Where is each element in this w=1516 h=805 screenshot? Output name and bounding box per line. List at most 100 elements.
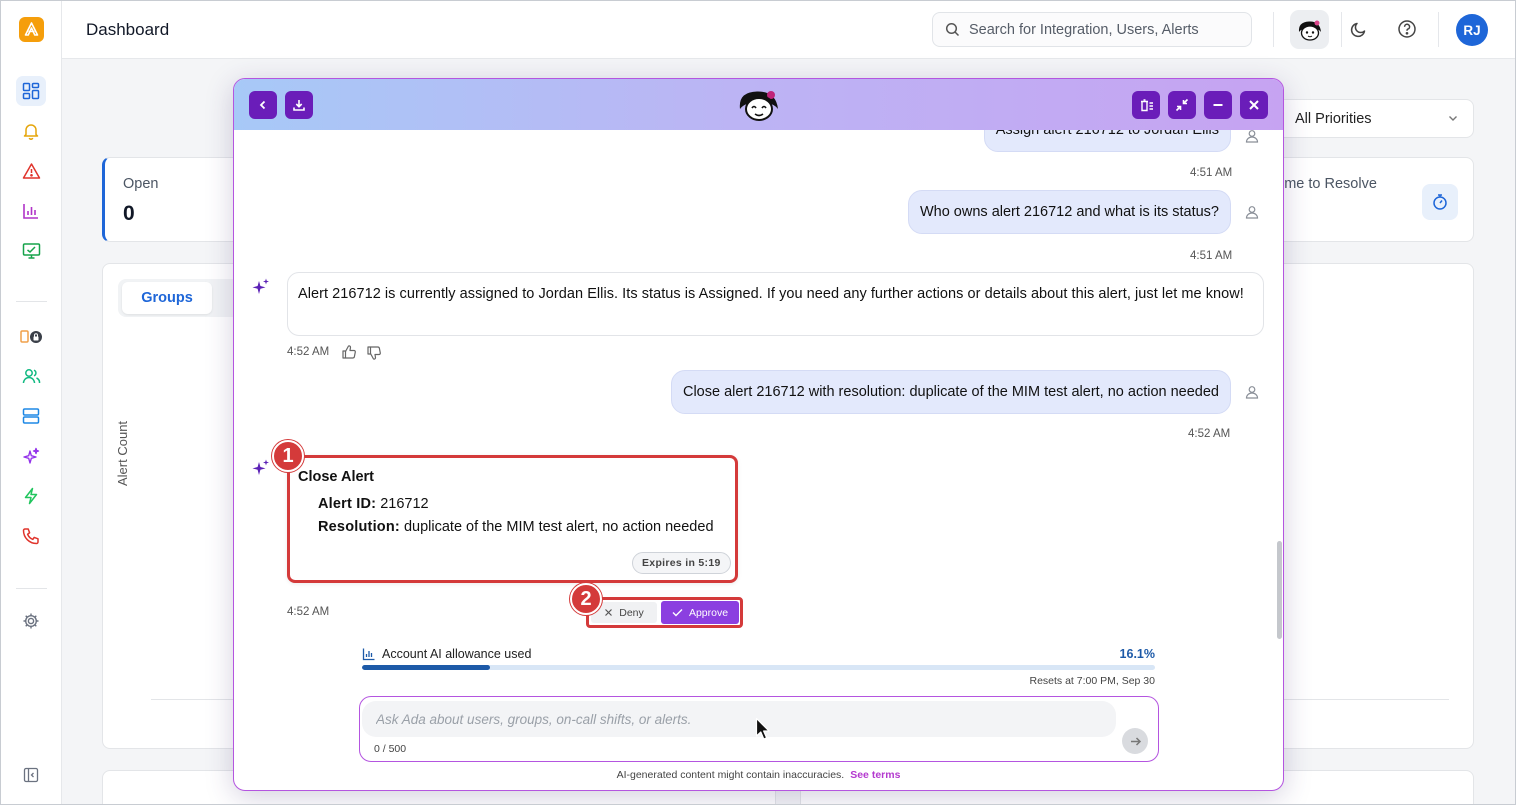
action-buttons-highlight: Deny Approve (586, 597, 743, 628)
thumbs-up-icon[interactable] (341, 344, 357, 360)
moon-icon[interactable] (1347, 17, 1371, 41)
thumbs-down-icon[interactable] (366, 345, 382, 361)
approve-button[interactable]: Approve (661, 601, 739, 624)
y-axis-label: Alert Count (115, 420, 130, 486)
topbar-divider (1341, 12, 1342, 47)
sidebar-divider (16, 301, 47, 302)
phone-icon[interactable] (16, 521, 46, 551)
monitor-icon[interactable] (16, 236, 46, 266)
alert-id-value: 216712 (380, 496, 429, 512)
ada-logo-icon (1298, 20, 1321, 41)
chat-header (234, 79, 1283, 130)
alert-id-label: Alert ID: (318, 496, 377, 512)
mouse-cursor-icon (755, 717, 770, 740)
user-avatar[interactable]: RJ (1456, 14, 1488, 46)
message-time: 4:52 AM (1188, 428, 1231, 440)
sidebar-divider (16, 588, 47, 589)
alert-id-row: Alert ID: 216712 (318, 496, 429, 512)
message-time: 4:52 AM (287, 346, 330, 358)
clear-icon (1140, 98, 1153, 111)
deny-button[interactable]: Deny (591, 602, 657, 623)
app-logo-icon[interactable] (19, 17, 44, 42)
close-button[interactable] (1240, 91, 1268, 119)
top-bar: Dashboard Search for Integration, Users,… (62, 0, 1516, 59)
search-icon (945, 22, 960, 37)
user-icon (1245, 206, 1259, 219)
allowance-percent: 16.1% (1119, 647, 1155, 661)
allowance-label-row: Account AI allowance used (362, 647, 531, 661)
allowance-reset-time: Resets at 7:00 PM, Sep 30 (1029, 675, 1156, 687)
topbar-divider (1438, 12, 1439, 47)
sidebar (0, 0, 62, 805)
topbar-divider (1273, 12, 1274, 47)
send-button[interactable] (1122, 728, 1148, 754)
allowance-label: Account AI allowance used (382, 647, 532, 661)
message-time: 4:51 AM (1190, 250, 1233, 262)
bar-chart-icon[interactable] (16, 196, 46, 226)
check-icon (672, 609, 683, 617)
shrink-button[interactable] (1168, 91, 1196, 119)
allowance-progress-track (362, 665, 1155, 670)
sparkle-icon[interactable] (16, 441, 46, 471)
users-icon[interactable] (16, 361, 46, 391)
help-icon[interactable] (1395, 17, 1419, 41)
ada-assistant-button[interactable] (1290, 10, 1329, 49)
dashboard-icon[interactable] (16, 76, 46, 106)
global-search[interactable]: Search for Integration, Users, Alerts (932, 12, 1252, 47)
warning-icon[interactable] (16, 156, 46, 186)
priority-filter-select[interactable]: All Priorities (1276, 99, 1474, 138)
see-terms-link[interactable]: See terms (850, 769, 900, 781)
minimize-button[interactable] (1204, 91, 1232, 119)
gear-icon[interactable] (16, 606, 46, 636)
integrations-icon[interactable] (16, 321, 46, 351)
open-count: 0 (123, 202, 135, 225)
user-message: Who owns alert 216712 and what is its st… (907, 190, 1231, 234)
timer-icon (1422, 184, 1458, 220)
callout-badge: 1 (272, 440, 304, 472)
callout-badge: 2 (570, 583, 602, 615)
bell-icon[interactable] (16, 116, 46, 146)
scrollbar[interactable] (1277, 541, 1282, 639)
user-icon (1245, 386, 1259, 399)
download-icon (293, 100, 305, 111)
close-icon (605, 609, 613, 616)
back-button[interactable] (249, 91, 277, 119)
open-label: Open (123, 176, 159, 192)
tab-groups[interactable]: Groups (122, 282, 212, 314)
user-icon (1245, 130, 1259, 143)
sparkle-icon (252, 278, 269, 294)
chat-input[interactable] (362, 701, 1116, 737)
close-icon (1249, 100, 1259, 110)
user-message: Assign alert 216712 to Jordan Ellis (983, 130, 1231, 152)
send-icon (1130, 736, 1141, 746)
message-list[interactable]: Assign alert 216712 to Jordan Ellis 4:51… (234, 130, 1283, 650)
character-count: 0 / 500 (374, 743, 407, 755)
ada-logo-icon (735, 87, 783, 128)
ada-chat-panel: Assign alert 216712 to Jordan Ellis 4:51… (233, 78, 1284, 791)
lightning-icon[interactable] (16, 481, 46, 511)
close-alert-action-card: Close Alert Alert ID: 216712 Resolution:… (287, 455, 738, 583)
shrink-icon (1175, 98, 1189, 112)
priority-filter-value: All Priorities (1295, 110, 1372, 127)
download-button[interactable] (285, 91, 313, 119)
user-message: Close alert 216712 with resolution: dupl… (670, 370, 1231, 414)
ai-disclaimer: AI-generated content might contain inacc… (234, 769, 1283, 781)
resolution-row: Resolution: duplicate of the MIM test al… (318, 519, 714, 535)
chevron-down-icon (1449, 116, 1457, 121)
bar-chart-icon (362, 648, 375, 661)
disclaimer-text: AI-generated content might contain inacc… (616, 769, 845, 781)
resolution-label: Resolution: (318, 519, 400, 535)
approve-label: Approve (688, 606, 729, 619)
search-placeholder: Search for Integration, Users, Alerts (969, 21, 1199, 38)
allowance-progress-fill (362, 665, 490, 670)
expiry-badge: Expires in 5:19 (632, 552, 731, 574)
resolution-value: duplicate of the MIM test alert, no acti… (403, 519, 714, 535)
assistant-message: Alert 216712 is currently assigned to Jo… (287, 272, 1264, 336)
message-time: 4:52 AM (287, 606, 330, 618)
sparkle-icon (252, 459, 269, 475)
clear-chat-button[interactable] (1132, 91, 1160, 119)
server-icon[interactable] (16, 401, 46, 431)
back-icon (259, 100, 266, 110)
collapse-sidebar-icon[interactable] (16, 760, 46, 790)
message-time: 4:51 AM (1190, 167, 1233, 179)
